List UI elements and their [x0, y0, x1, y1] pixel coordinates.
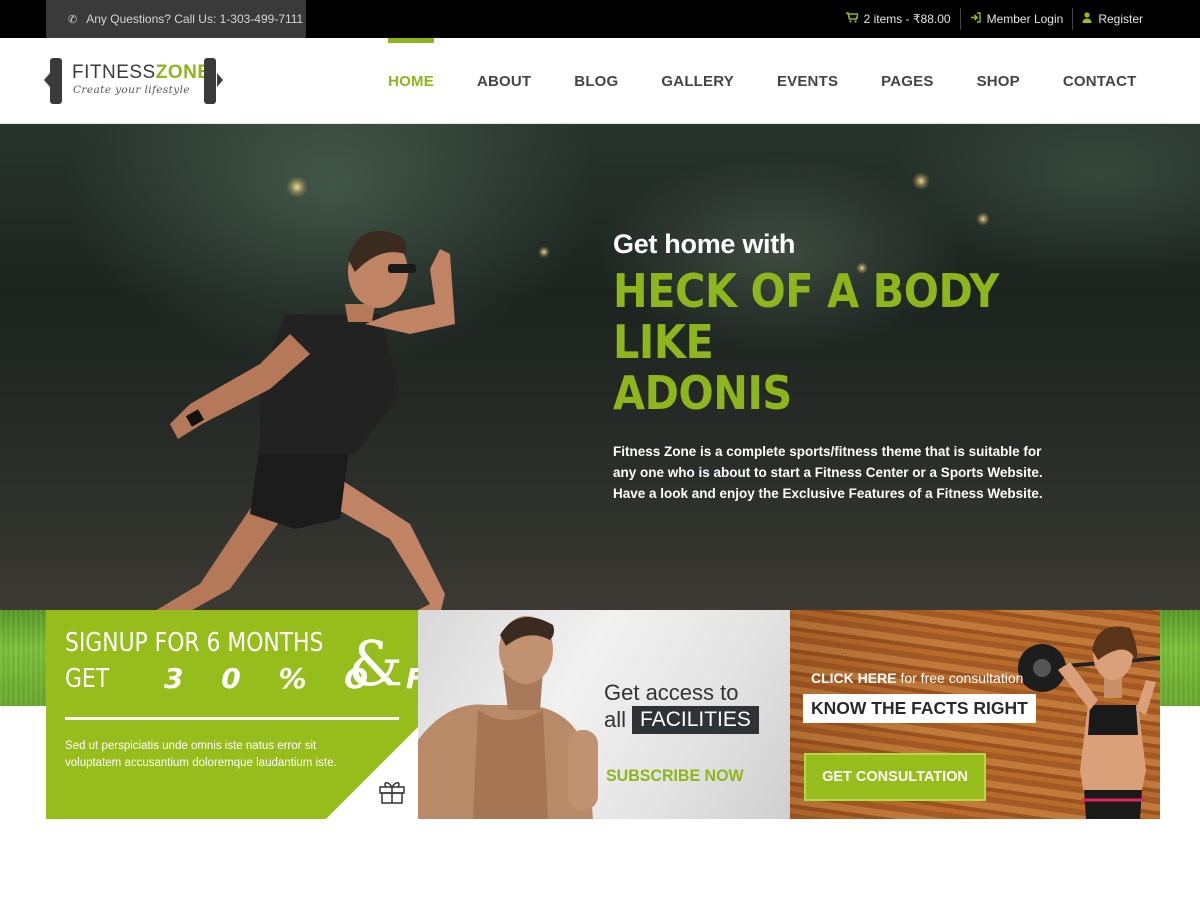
hero-kicker: Get home with: [613, 229, 796, 259]
user-icon: [1082, 12, 1092, 26]
contact-info: ✆ Any Questions? Call Us: 1-303-499-7111: [46, 0, 306, 38]
cart-link[interactable]: 2 items - ₹88.00: [837, 8, 960, 30]
main-nav: HOME ABOUT BLOG GALLERY EVENTS PAGES SHO…: [367, 38, 1158, 124]
signup-body: Sed ut perspiciatis unde omnis iste natu…: [65, 740, 337, 769]
facilities-line2: all FACILITIES: [604, 706, 759, 734]
nav-gallery[interactable]: GALLERY: [640, 38, 756, 124]
logo-wordmark: FITNESSZONE: [72, 62, 211, 83]
login-icon: [970, 12, 981, 26]
logo-tagline: Create your lifestyle: [73, 84, 190, 96]
nav-pages[interactable]: PAGES: [860, 38, 955, 124]
contact-text: Any Questions? Call Us: 1-303-499-7111: [86, 12, 304, 26]
ampersand-mark: &: [348, 627, 404, 700]
login-text: Member Login: [986, 12, 1064, 26]
site-logo[interactable]: FITNESSZONE Create your lifestyle: [44, 56, 226, 106]
facilities-tag: FACILITIES: [632, 706, 759, 734]
gift-icon[interactable]: [378, 777, 406, 805]
know-the-facts-label: KNOW THE FACTS RIGHT: [803, 694, 1036, 723]
subscribe-now-link[interactable]: SUBSCRIBE NOW: [606, 766, 744, 786]
top-bar: ✆ Any Questions? Call Us: 1-303-499-7111…: [0, 0, 1200, 38]
topbar-links: 2 items - ₹88.00 Member Login Register: [837, 0, 1152, 38]
consultation-card[interactable]: CLICK HERE for free consultation KNOW TH…: [790, 610, 1160, 819]
fitness-woman-image: [1018, 626, 1160, 819]
runner-image: [153, 230, 455, 612]
hero-banner: Get home with HECK OF A BODY LIKE ADONIS…: [0, 124, 1200, 612]
signup-headline: SIGNUP FOR 6 MONTHS: [65, 628, 324, 658]
dumbbell-right-icon: [204, 58, 216, 104]
signup-offer-card[interactable]: SIGNUP FOR 6 MONTHS GET 3 0 % O F F & Se…: [46, 610, 418, 819]
bodybuilder-image: [418, 616, 598, 819]
get-consultation-button[interactable]: GET CONSULTATION: [804, 753, 986, 801]
nav-home[interactable]: HOME: [367, 38, 456, 124]
hero-copy: Get home with HECK OF A BODY LIKE ADONIS…: [613, 229, 1093, 504]
register-text: Register: [1098, 12, 1143, 26]
light-flare: [538, 246, 550, 258]
hero-headline: HECK OF A BODY LIKE ADONIS: [613, 264, 999, 420]
cart-text: 2 items - ₹88.00: [863, 12, 951, 26]
site-header: FITNESSZONE Create your lifestyle HOME A…: [0, 38, 1200, 124]
register-link[interactable]: Register: [1072, 8, 1152, 30]
nav-shop[interactable]: SHOP: [955, 38, 1041, 124]
light-flare: [912, 172, 930, 190]
hero-description: Fitness Zone is a complete sports/fitnes…: [613, 444, 1043, 501]
nav-events[interactable]: EVENTS: [755, 38, 859, 124]
dumbbell-left-icon: [50, 58, 62, 104]
phone-icon: ✆: [68, 13, 78, 26]
cart-icon: [845, 12, 859, 26]
consultation-subtitle: CLICK HERE for free consultation: [811, 670, 1024, 686]
facilities-line1: Get access to: [604, 680, 739, 705]
nav-about[interactable]: ABOUT: [455, 38, 552, 124]
facilities-card[interactable]: Get access to all FACILITIES SUBSCRIBE N…: [418, 610, 790, 819]
member-login-link[interactable]: Member Login: [959, 8, 1073, 30]
light-flare: [976, 212, 990, 226]
divider: [65, 717, 399, 720]
nav-contact[interactable]: CONTACT: [1041, 38, 1158, 124]
signup-get-label: GET: [65, 664, 110, 694]
nav-blog[interactable]: BLOG: [553, 38, 640, 124]
